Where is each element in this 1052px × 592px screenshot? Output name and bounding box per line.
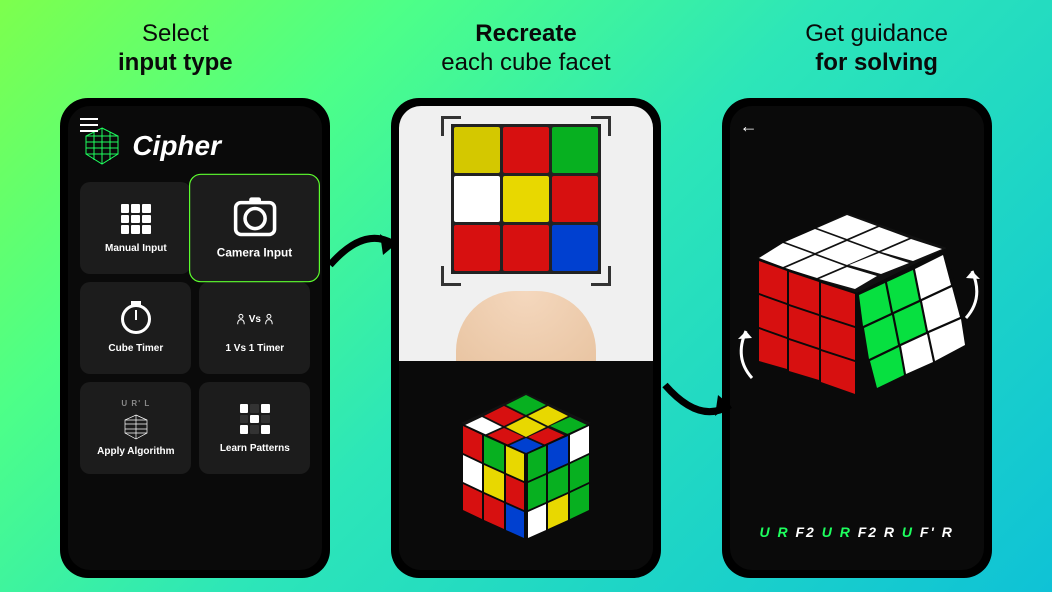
hand-graphic: [456, 291, 596, 361]
app-title-row: Cipher: [68, 106, 322, 174]
tile-learn-patterns[interactable]: Learn Patterns: [199, 382, 310, 474]
tile-camera-input[interactable]: Camera Input: [189, 173, 320, 282]
rotation-arrow-right-icon: [958, 263, 984, 323]
header-1-line2: input type: [25, 49, 325, 78]
header-1-line1: Select: [25, 20, 325, 49]
phone-2: [391, 98, 661, 578]
tile-cube-timer[interactable]: Cube Timer: [80, 282, 191, 374]
camera-icon: [234, 196, 276, 238]
cube-preview: [399, 361, 653, 570]
tile-label: Apply Algorithm: [97, 446, 174, 457]
cube-3d-icon: [446, 385, 606, 545]
timer-icon: [118, 301, 154, 337]
notation-part: U R: [822, 524, 858, 540]
solve-notation: U R F2 U R F2 R U F' R: [730, 524, 984, 540]
header-2-line2: each cube facet: [376, 49, 676, 78]
flow-arrow-2-icon: [660, 370, 740, 430]
app-title: Cipher: [132, 130, 221, 162]
vs-icon: Vs: [237, 301, 273, 337]
tiles-grid: Manual Input Camera Input Cube Timer: [68, 174, 322, 482]
solving-cube-icon: [747, 203, 967, 403]
header-3-line1: Get guidance: [727, 20, 1027, 49]
vs-label: Vs: [249, 314, 261, 325]
camera-view: [399, 106, 653, 361]
solve-cube-area: [730, 106, 984, 500]
algo-text-icon: U R' L: [121, 399, 150, 408]
notation-part: F' R: [920, 524, 954, 540]
tile-label: Learn Patterns: [220, 443, 290, 454]
phone-3: ←: [722, 98, 992, 578]
headers-row: Select input type Recreate each cube fac…: [0, 0, 1052, 88]
wireframe-cube-icon: [123, 414, 149, 440]
phone-2-screen: [399, 106, 653, 570]
tile-label: 1 Vs 1 Timer: [225, 343, 284, 354]
hamburger-icon[interactable]: [80, 118, 98, 132]
phone-3-screen: ←: [730, 106, 984, 570]
notation-part: F2: [795, 524, 821, 540]
header-2-line1: Recreate: [376, 20, 676, 49]
header-1: Select input type: [25, 20, 325, 78]
notation-part: U R: [759, 524, 795, 540]
grid-icon: [118, 201, 154, 237]
tile-label: Manual Input: [105, 243, 167, 254]
pattern-icon: [237, 401, 273, 437]
header-2: Recreate each cube facet: [376, 20, 676, 78]
phone-1-screen: Cipher Manual Input Camera Input: [68, 106, 322, 570]
header-3: Get guidance for solving: [727, 20, 1027, 78]
phone-1: Cipher Manual Input Camera Input: [60, 98, 330, 578]
header-3-line2: for solving: [727, 49, 1027, 78]
scanned-cube-face: [451, 124, 601, 274]
tile-label: Cube Timer: [108, 343, 163, 354]
phones-row: Cipher Manual Input Camera Input: [0, 88, 1052, 578]
notation-part: F2 R: [858, 524, 902, 540]
tile-manual-input[interactable]: Manual Input: [80, 182, 191, 274]
tile-label: Camera Input: [217, 246, 292, 259]
notation-part: U: [902, 524, 920, 540]
flow-arrow-1-icon: [325, 220, 405, 280]
tile-apply-algorithm[interactable]: U R' L Apply Algorithm: [80, 382, 191, 474]
tile-1v1-timer[interactable]: Vs 1 Vs 1 Timer: [199, 282, 310, 374]
app-logo-cube-icon: [82, 126, 122, 166]
